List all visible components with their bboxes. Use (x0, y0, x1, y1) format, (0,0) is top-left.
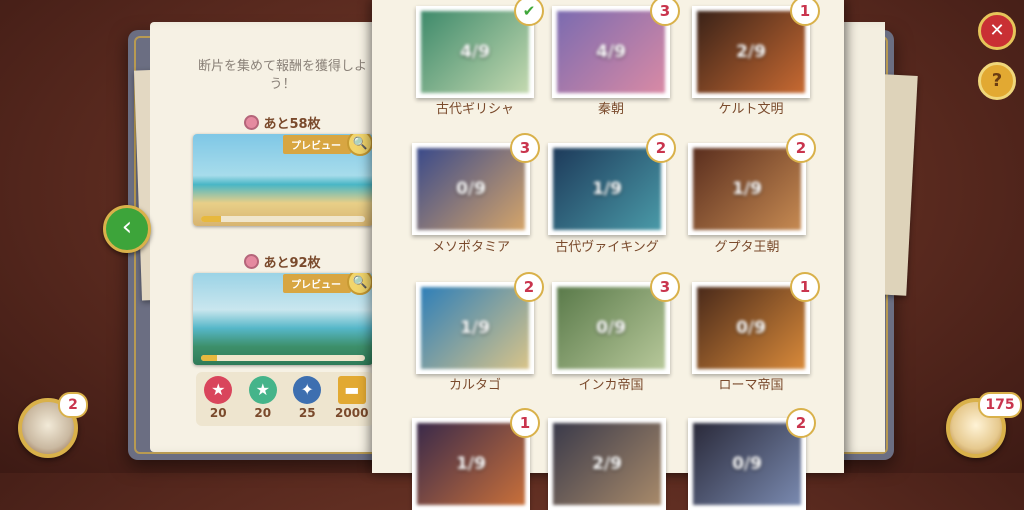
magnifier-icon[interactable]: 🔍 (347, 273, 373, 295)
era-card[interactable]: 0/9 2 (688, 408, 816, 510)
reward-item: ★ 20 (199, 376, 237, 420)
era-image: 1/9 (553, 148, 661, 230)
era-name: メソポタミア (431, 240, 510, 255)
era-card[interactable]: 1/9 2 (416, 272, 544, 374)
era-name: グプタ王朝 (714, 240, 780, 255)
era-progress: 0/9 (596, 318, 626, 338)
rewards-row: ★ 20 ★ 20 ✦ 25 ▬ 2000 (196, 372, 374, 426)
piece-icon (244, 254, 260, 269)
era-name: 秦朝 (597, 102, 624, 117)
era-progress: 1/9 (456, 454, 486, 474)
piece-count-badge: 2 (786, 408, 816, 438)
reward-item: ✦ 25 (288, 376, 326, 420)
era-card[interactable]: 0/9 1 (692, 272, 820, 374)
reward-item: ★ 20 (244, 376, 282, 420)
era-image: 2/9 (697, 11, 805, 93)
era-card[interactable]: 0/9 3 (412, 133, 540, 235)
star-badge-icon: ★ (204, 376, 233, 404)
era-progress: 1/9 (460, 318, 490, 338)
pieces-remaining-2: あと92枚 (190, 252, 375, 271)
era-image: 0/9 (693, 423, 801, 505)
era-progress: 0/9 (736, 318, 766, 338)
era-progress: 2/9 (592, 454, 622, 474)
era-image: 1/9 (693, 148, 801, 230)
green-star-icon: ★ (248, 376, 277, 404)
era-progress: 4/9 (596, 42, 626, 62)
pieces-remaining-1: あと58枚 (190, 113, 375, 132)
puzzle-preview-1[interactable]: プレビュー 🔍 (193, 134, 373, 226)
era-image: 0/9 (417, 148, 525, 230)
era-name: カルタゴ (448, 378, 501, 393)
era-image: 1/9 (417, 423, 525, 505)
era-progress: 1/9 (732, 179, 762, 199)
magnifier-icon[interactable]: 🔍 (347, 134, 373, 156)
era-card[interactable]: 2/9 (548, 418, 666, 510)
era-image: 1/9 (421, 287, 529, 369)
era-card[interactable]: 1/9 2 (548, 133, 676, 235)
era-progress: 0/9 (732, 454, 762, 474)
era-card[interactable]: 0/9 3 (552, 272, 680, 374)
era-card[interactable]: 4/9 3 (552, 0, 680, 98)
piece-icon (244, 115, 260, 130)
gold-bars-icon: ▬ (337, 376, 366, 404)
piece-count-badge: 2 (646, 133, 676, 163)
era-card[interactable]: 2/9 1 (692, 0, 820, 98)
character-portrait-button[interactable]: 2 (18, 392, 88, 458)
era-image: 2/9 (553, 423, 661, 505)
era-name: 古代ギリシャ (435, 102, 514, 117)
preview-tag: プレビュー (283, 135, 351, 154)
era-progress: 4/9 (460, 42, 490, 62)
puzzle-progress-bar (201, 216, 365, 222)
era-card[interactable]: 1/9 2 (688, 133, 816, 235)
right-page-edge (840, 22, 885, 452)
intro-text: 断片を集めて報酬を獲得しよう！ (197, 59, 367, 92)
era-progress: 2/9 (736, 42, 766, 62)
puzzle-progress-bar (201, 355, 365, 361)
piece-count-badge: 2 (786, 133, 816, 163)
collection-button[interactable]: 175 (946, 392, 1022, 458)
era-image: 4/9 (421, 11, 529, 93)
era-name: 古代ヴァイキング (555, 240, 659, 255)
era-name: インカ帝国 (578, 378, 644, 393)
puzzle-preview-2[interactable]: プレビュー 🔍 (193, 273, 373, 365)
piece-count-badge: 3 (650, 272, 680, 302)
back-button[interactable]: ‹ (103, 205, 151, 253)
era-progress: 1/9 (592, 179, 622, 199)
compass-icon: ✦ (293, 376, 322, 404)
era-image: 4/9 (557, 11, 665, 93)
piece-count-badge: 3 (510, 133, 540, 163)
preview-tag: プレビュー (283, 274, 351, 293)
era-name: ケルト文明 (718, 102, 784, 117)
era-image: 0/9 (557, 287, 665, 369)
close-button[interactable]: ✕ (978, 12, 1016, 50)
piece-count-badge: 1 (790, 272, 820, 302)
collection-count-badge: 175 (978, 392, 1022, 418)
era-card[interactable]: 1/9 1 (412, 408, 540, 510)
notification-badge: 2 (58, 392, 88, 418)
piece-count-badge: 1 (510, 408, 540, 438)
era-progress: 0/9 (456, 179, 486, 199)
piece-count-badge: 2 (514, 272, 544, 302)
era-name: ローマ帝国 (718, 378, 784, 393)
help-button[interactable]: ? (978, 62, 1016, 100)
era-card[interactable]: 4/9 ✔ (416, 0, 544, 98)
reward-item: ▬ 2000 (333, 376, 371, 420)
era-image: 0/9 (697, 287, 805, 369)
